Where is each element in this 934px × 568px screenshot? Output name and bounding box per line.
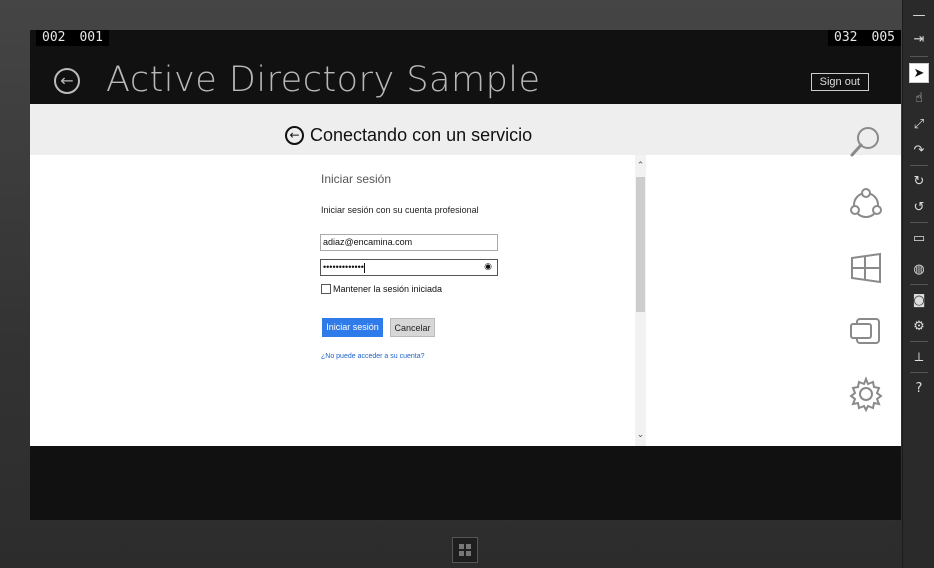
camera-icon[interactable]: ◙ — [909, 291, 929, 311]
toolbar-divider — [910, 284, 928, 285]
frame-counter-left: 002 001 — [36, 30, 109, 46]
touch-mode-icon[interactable]: ☝ — [909, 89, 929, 109]
gear-icon[interactable]: ⚙ — [909, 317, 929, 337]
auth-dialog-header: ← Conectando con un servicio — [30, 104, 901, 155]
password-value: ••••••••••••• — [323, 262, 364, 272]
pinch-zoom-icon[interactable]: ⤢ — [909, 115, 929, 135]
chevron-up-icon[interactable]: ⌃ — [635, 160, 646, 172]
location-icon[interactable]: ◍ — [909, 260, 929, 280]
auth-dialog-title: Conectando con un servicio — [310, 125, 533, 145]
simulator-toolbar: — ⇥ ➤ ☝ ⤢ ↷ ↻ ↺ ▭ ◍ ◙ ⚙ ⟂ ? — [902, 0, 934, 568]
pin-icon[interactable]: ⇥ — [909, 30, 929, 50]
minimize-icon[interactable]: — — [909, 6, 929, 26]
form-heading: Iniciar sesión — [321, 172, 392, 186]
back-arrow-icon[interactable]: ← — [285, 126, 304, 145]
account-help-link[interactable]: ¿No puede acceder a su cuenta? — [321, 353, 425, 360]
resolution-icon[interactable]: ▭ — [909, 229, 929, 249]
keep-signed-in-label: Mantener la sesión iniciada — [333, 284, 443, 294]
chevron-down-icon[interactable]: ⌄ — [635, 429, 646, 441]
cancel-button[interactable]: Cancelar — [390, 318, 435, 337]
keep-signed-in-option[interactable]: Mantener la sesión iniciada — [321, 284, 442, 294]
windows-logo-icon — [459, 544, 471, 556]
counter-value: 005 — [871, 30, 895, 45]
vertical-scrollbar[interactable]: ⌃ ⌄ — [635, 155, 646, 446]
mouse-mode-icon[interactable]: ➤ — [909, 63, 929, 83]
scrollbar-thumb[interactable] — [636, 177, 645, 312]
counter-value: 001 — [79, 30, 103, 45]
share-charm-icon[interactable] — [846, 185, 886, 225]
rotate-touch-icon[interactable]: ↷ — [909, 141, 929, 161]
start-charm-icon[interactable] — [846, 248, 886, 288]
email-field[interactable]: adiaz@encamina.com — [320, 234, 498, 251]
search-charm-icon[interactable] — [846, 122, 886, 162]
toolbar-divider — [910, 372, 928, 373]
network-icon[interactable]: ⟂ — [909, 348, 929, 368]
windows-button[interactable] — [452, 537, 478, 563]
keep-signed-in-checkbox[interactable] — [321, 284, 331, 294]
tablet-screen: 002 001 032 005 ← Active Directory Sampl… — [30, 30, 901, 520]
rotate-clockwise-icon[interactable]: ↻ — [909, 172, 929, 192]
eye-icon[interactable]: ◉ — [484, 261, 492, 272]
devices-charm-icon[interactable] — [846, 311, 886, 351]
sign-out-button[interactable]: Sign out — [810, 73, 869, 91]
form-subtitle: Iniciar sesión con su cuenta profesional — [321, 205, 479, 215]
toolbar-divider — [910, 165, 928, 166]
settings-charm-icon[interactable] — [846, 374, 886, 414]
text-caret — [363, 262, 365, 273]
toolbar-divider — [910, 56, 928, 57]
help-icon[interactable]: ? — [909, 379, 929, 399]
toolbar-divider — [910, 341, 928, 342]
rotate-counterclockwise-icon[interactable]: ↺ — [909, 198, 929, 218]
counter-value: 032 — [834, 30, 858, 45]
charms-bar — [846, 122, 886, 422]
sign-in-button[interactable]: Iniciar sesión — [322, 318, 383, 337]
page-title: Active Directory Sample — [106, 60, 541, 100]
back-arrow-icon[interactable]: ← — [54, 68, 80, 94]
toolbar-divider — [910, 222, 928, 223]
password-field[interactable]: ••••••••••••• ◉ — [320, 259, 498, 276]
counter-value: 002 — [42, 30, 66, 45]
auth-dialog-body: Iniciar sesión Iniciar sesión con su cue… — [30, 155, 901, 446]
app-header: ← Active Directory Sample Sign out — [30, 46, 901, 104]
frame-counter-right: 032 005 — [828, 30, 901, 46]
